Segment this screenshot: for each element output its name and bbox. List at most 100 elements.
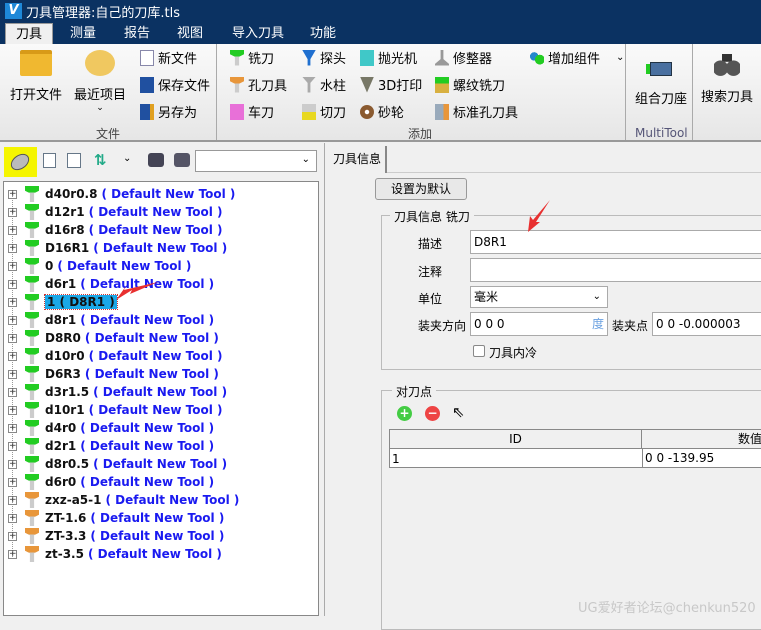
add-probe-button[interactable]: 探头 (302, 48, 346, 67)
menu-tab-function[interactable]: 功能 (300, 23, 346, 44)
tree-item[interactable]: + d2r1( Default New Tool ) (8, 437, 214, 455)
tool-description: ( Default New Tool ) (88, 205, 223, 219)
open-file-button[interactable]: 打开文件 (10, 50, 62, 103)
expand-icon[interactable]: + (8, 513, 17, 523)
menu-tab-view[interactable]: 视图 (167, 23, 213, 44)
add-cutter-button[interactable]: 切刀 (302, 102, 346, 121)
expand-icon[interactable]: + (8, 477, 17, 487)
tab-tool-info[interactable]: 刀具信息 (329, 146, 388, 173)
add-dresser-button[interactable]: 修整器 (435, 48, 492, 67)
expand-icon[interactable]: + (8, 531, 17, 541)
chevron-down-icon[interactable]: ⌄ (123, 153, 131, 164)
unit-select[interactable]: 毫米 ⌄ (470, 286, 608, 308)
remove-point-icon[interactable]: − (425, 406, 440, 421)
tree-item[interactable]: + D16R1( Default New Tool ) (8, 239, 227, 257)
tree-item[interactable]: + d6r0( Default New Tool ) (8, 473, 214, 491)
menu-tab-report[interactable]: 报告 (114, 23, 160, 44)
expand-icon[interactable]: + (8, 315, 17, 325)
find-next-icon[interactable] (148, 153, 164, 167)
tree-item[interactable]: +0( Default New Tool ) (8, 257, 191, 275)
expand-icon[interactable]: + (8, 333, 17, 343)
save-as-button[interactable]: 另存为 (140, 102, 197, 121)
menu-tab-measure[interactable]: 测量 (60, 23, 106, 44)
add-thread-mill-button[interactable]: 螺纹铣刀 (435, 75, 505, 94)
tree-item[interactable]: +1 ( D8R1 ) (8, 293, 118, 311)
add-lathe-tool-button[interactable]: 车刀 (230, 102, 274, 121)
clamp-direction-input[interactable]: 0 0 0度 (470, 312, 608, 336)
add-group-label: 添加 (408, 127, 433, 141)
expand-icon[interactable]: + (8, 423, 17, 433)
set-default-button[interactable]: 设置为默认 (375, 178, 467, 200)
tree-item[interactable]: + d3r1.5( Default New Tool ) (8, 383, 227, 401)
expand-icon[interactable]: + (8, 441, 17, 451)
tree-item[interactable]: + D6R3( Default New Tool ) (8, 365, 219, 383)
tree-item[interactable]: + zxz-a5-1( Default New Tool ) (8, 491, 239, 509)
tree-item[interactable]: + d12r1( Default New Tool ) (8, 203, 223, 221)
add-mill-button[interactable]: 铣刀 (230, 48, 274, 67)
add-grinding-wheel-button[interactable]: 砂轮 (360, 102, 404, 121)
select-mode-button[interactable] (4, 147, 37, 177)
save-file-button[interactable]: 保存文件 (140, 75, 210, 94)
tool-name: d3r1.5 (45, 385, 90, 399)
tree-item[interactable]: + d10r0( Default New Tool ) (8, 347, 223, 365)
tree-item[interactable]: + d8r1( Default New Tool ) (8, 311, 214, 329)
pick-pointer-icon[interactable]: ⇖ (452, 403, 465, 421)
add-point-icon[interactable]: + (397, 406, 412, 421)
sort-icon[interactable]: ⇅ (94, 151, 107, 169)
tree-item[interactable]: + D8R0( Default New Tool ) (8, 329, 219, 347)
expand-icon[interactable]: + (8, 369, 17, 379)
tool-name: D16R1 (45, 241, 90, 255)
column-header-value[interactable]: 数值 (642, 430, 761, 449)
description-input[interactable] (470, 230, 761, 254)
expand-icon[interactable]: + (8, 189, 17, 199)
table-cell-id[interactable]: 1 (392, 450, 400, 468)
collapse-tree-icon[interactable] (67, 153, 81, 168)
column-header-id[interactable]: ID (390, 430, 642, 449)
expand-icon[interactable]: + (8, 495, 17, 505)
recent-items-button[interactable]: 最近项目 ⌄ (72, 50, 128, 113)
divider (625, 44, 626, 140)
expand-icon[interactable]: + (8, 279, 17, 289)
expand-icon[interactable]: + (8, 459, 17, 469)
expand-icon[interactable]: + (8, 261, 17, 271)
tree-item[interactable]: + d16r8( Default New Tool ) (8, 221, 223, 239)
find-previous-icon[interactable] (174, 153, 190, 167)
expand-icon[interactable]: + (8, 207, 17, 217)
search-dropdown[interactable]: ⌄ (195, 150, 317, 172)
new-file-button[interactable]: 新文件 (140, 48, 197, 67)
add-standard-hole-tool-button[interactable]: 标准孔刀具 (435, 102, 518, 121)
touch-point-group: 对刀点 (381, 383, 761, 630)
expand-icon[interactable]: + (8, 351, 17, 361)
add-3d-print-button[interactable]: 3D打印 (360, 75, 422, 94)
tree-item[interactable]: + d8r0.5( Default New Tool ) (8, 455, 227, 473)
clamp-point-input[interactable] (652, 312, 761, 336)
tool-description: ( Default New Tool ) (101, 187, 236, 201)
table-cell-value[interactable]: 0 0 -139.95 (642, 449, 714, 468)
expand-icon[interactable]: + (8, 549, 17, 559)
tree-item[interactable]: + ZT-1.6( Default New Tool ) (8, 509, 224, 527)
tree-item[interactable]: + ZT-3.3( Default New Tool ) (8, 527, 224, 545)
file-group-label: 文件 (96, 127, 121, 141)
expand-icon[interactable]: + (8, 225, 17, 235)
menu-tab-import[interactable]: 导入刀具 (222, 23, 294, 44)
tree-item[interactable]: + d4r0( Default New Tool ) (8, 419, 214, 437)
expand-icon[interactable]: + (8, 243, 17, 253)
add-waterjet-button[interactable]: 水柱 (302, 75, 346, 94)
assembly-holder-icon (650, 62, 672, 76)
add-component-button[interactable]: 增加组件 ⌄ (530, 48, 624, 67)
add-polisher-button[interactable]: 抛光机 (360, 48, 417, 67)
coolant-checkbox[interactable] (473, 345, 485, 357)
expand-icon[interactable]: + (8, 405, 17, 415)
assembly-holder-button[interactable]: 组合刀座 (632, 50, 690, 107)
expand-icon[interactable]: + (8, 297, 17, 307)
search-tool-button[interactable]: 搜索刀具 (698, 50, 756, 105)
expand-icon[interactable]: + (8, 387, 17, 397)
comment-input[interactable] (470, 258, 761, 282)
tree-item[interactable]: + d40r0.8( Default New Tool ) (8, 185, 235, 203)
add-hole-tool-button[interactable]: 孔刀具 (230, 75, 287, 94)
tree-item[interactable]: + d10r1( Default New Tool ) (8, 401, 223, 419)
expand-tree-icon[interactable] (43, 153, 56, 168)
tree-item[interactable]: + zt-3.5( Default New Tool ) (8, 545, 222, 563)
tool-description: ( Default New Tool ) (88, 349, 223, 363)
menu-tab-tool[interactable]: 刀具 (5, 23, 54, 44)
